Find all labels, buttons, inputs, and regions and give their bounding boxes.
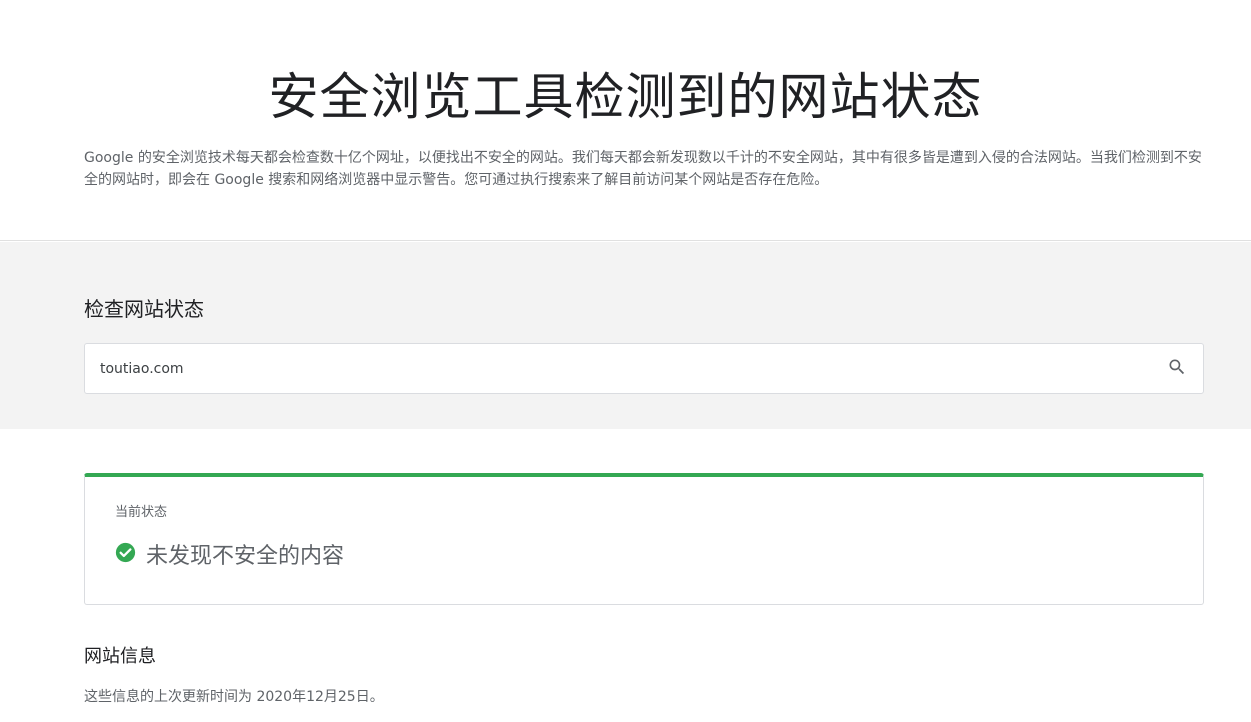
search-input[interactable] xyxy=(85,344,1151,393)
search-box xyxy=(84,343,1204,394)
check-circle-icon xyxy=(115,542,136,567)
status-label: 当前状态 xyxy=(115,505,168,520)
page-title: 安全浏览工具检测到的网站状态 xyxy=(268,68,983,126)
status-row: 未发现不安全的内容 xyxy=(115,538,344,570)
search-section: 检查网站状态 xyxy=(0,242,1251,429)
search-icon xyxy=(1167,357,1187,381)
site-info-updated: 这些信息的上次更新时间为 2020年12月25日。 xyxy=(84,689,384,705)
status-card: 当前状态 未发现不安全的内容 xyxy=(84,473,1204,605)
site-info-heading: 网站信息 xyxy=(84,646,156,667)
search-button[interactable] xyxy=(1151,344,1203,393)
hero-section: 安全浏览工具检测到的网站状态 Google 的安全浏览技术每天都会检查数十亿个网… xyxy=(0,0,1251,241)
status-result: 未发现不安全的内容 xyxy=(146,544,345,569)
intro-paragraph: Google 的安全浏览技术每天都会检查数十亿个网址，以便找出不安全的网站。我们… xyxy=(84,150,1202,188)
search-heading: 检查网站状态 xyxy=(84,297,204,321)
